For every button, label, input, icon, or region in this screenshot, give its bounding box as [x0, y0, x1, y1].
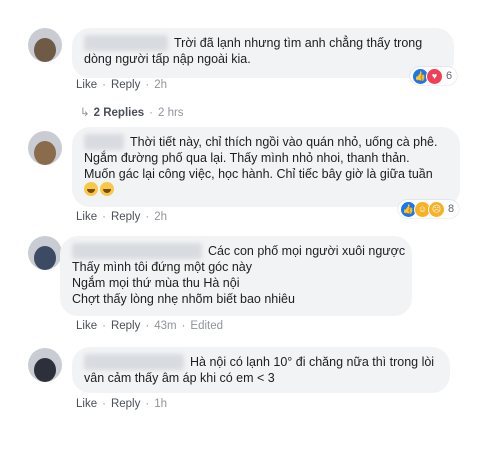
comment-actions: Like · Reply · 1h	[76, 398, 167, 410]
love-icon: ♥	[426, 67, 443, 85]
comment-text-line: vân cảm thấy âm áp khi có em < 3	[84, 371, 275, 385]
comment-actions: Like · Reply · 2h	[76, 79, 167, 91]
emoji-line	[84, 182, 448, 198]
timestamp[interactable]: 2h	[154, 211, 167, 223]
comment-bubble: Hà nội có lạnh 10° đi chăng nữa thì tron…	[72, 347, 450, 393]
like-link[interactable]: Like	[76, 211, 97, 223]
like-link[interactable]: Like	[76, 79, 97, 91]
comment-bubble: Thời tiết này, chỉ thích ngồi vào quán n…	[72, 127, 460, 207]
avatar[interactable]	[28, 131, 62, 165]
reply-link[interactable]: Reply	[111, 211, 140, 223]
like-link[interactable]: Like	[76, 398, 97, 410]
author-name-redacted[interactable]	[72, 243, 202, 259]
timestamp[interactable]: 43m	[154, 320, 176, 332]
replies-time: 2 hrs	[157, 107, 184, 119]
comment-text-line: Các con phố mọi người xuôi ngược	[208, 244, 406, 258]
comment-text-line: Muốn gác lại công việc, học hành. Chỉ ti…	[84, 167, 433, 181]
reaction-count: 6	[446, 70, 453, 82]
reply-link[interactable]: Reply	[111, 320, 140, 332]
reaction-count: 8	[448, 203, 455, 215]
laughing-emoji-icon	[84, 182, 98, 196]
laughing-emoji-icon	[100, 182, 114, 196]
reply-link[interactable]: Reply	[111, 398, 140, 410]
like-link[interactable]: Like	[76, 320, 97, 332]
author-name-redacted[interactable]	[84, 134, 124, 150]
reply-link[interactable]: Reply	[111, 79, 140, 91]
comment-actions: Like · Reply · 2h	[76, 211, 167, 223]
avatar[interactable]	[28, 28, 62, 62]
comment-bubble: Trời đã lạnh nhưng tìm anh chẳng thấy tr…	[72, 28, 454, 78]
comment-text-line: dòng người tấp nập ngoài kia.	[84, 52, 251, 66]
comment-text-line: Ngắm đường phố qua lại. Thấy mình nhỏ nh…	[84, 151, 410, 165]
reply-arrow-icon: ↳	[80, 107, 90, 119]
reaction-summary[interactable]: 👍 ☺ ☹ 8	[398, 200, 460, 218]
view-replies[interactable]: ↳ 2 Replies · 2 hrs	[80, 105, 184, 119]
avatar[interactable]	[28, 348, 62, 382]
comment-text-line: Thời tiết này, chỉ thích ngồi vào quán n…	[130, 135, 438, 149]
edited-label[interactable]: Edited	[190, 320, 223, 332]
author-name-redacted[interactable]	[84, 35, 168, 51]
comment-actions: Like · Reply · 43m · Edited	[76, 320, 224, 332]
comment-text-line: Hà nội có lạnh 10° đi chăng nữa thì tron…	[190, 355, 435, 369]
author-name-redacted[interactable]	[84, 354, 184, 370]
avatar[interactable]	[28, 236, 62, 270]
reaction-summary[interactable]: 👍 ♥ 6	[410, 67, 458, 85]
comment-text-line: Ngắm mọi thứ mùa thu Hà nội	[72, 276, 240, 290]
comment-text-line: Thấy mình tôi đứng một góc này	[72, 260, 252, 274]
sad-icon: ☹	[428, 200, 445, 218]
comment-bubble: Các con phố mọi người xuôi ngược Thấy mì…	[60, 236, 412, 316]
replies-count[interactable]: 2 Replies	[94, 107, 145, 119]
comment-text-line: Trời đã lạnh nhưng tìm anh chẳng thấy tr…	[174, 36, 423, 50]
timestamp[interactable]: 1h	[154, 398, 167, 410]
comment-text-line: Chợt thấy lòng nhẹ nhõm biết bao nhiêu	[72, 292, 295, 306]
timestamp[interactable]: 2h	[154, 79, 167, 91]
